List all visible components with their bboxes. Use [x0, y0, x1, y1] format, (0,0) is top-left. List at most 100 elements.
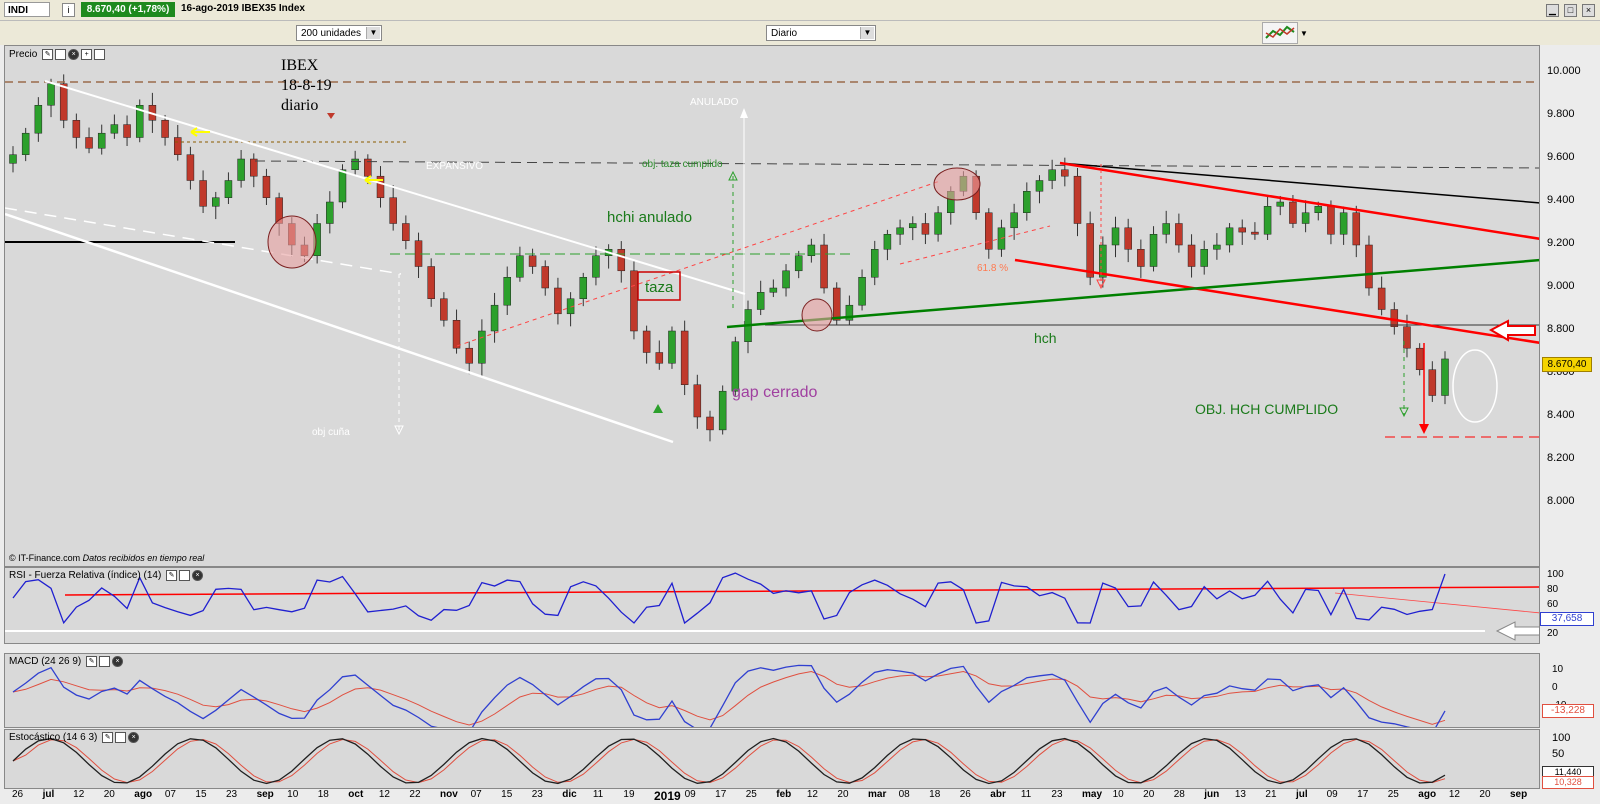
- x-tick-label: 28: [1173, 789, 1185, 800]
- macd-chart: [12, 664, 1446, 727]
- green-marker-icon: [653, 404, 663, 413]
- candle: [769, 287, 778, 293]
- candle: [630, 270, 638, 332]
- x-tick-label: may: [1082, 789, 1103, 800]
- highlight-ellipse-white: [1452, 349, 1498, 423]
- close-icon[interactable]: ×: [1582, 4, 1595, 17]
- hch-label: hch: [1034, 330, 1057, 346]
- chart-type-dropdown-icon[interactable]: ▼: [1300, 29, 1308, 38]
- candle: [351, 158, 359, 170]
- add-icon[interactable]: +: [81, 49, 93, 60]
- expansivo-label: EXPANSIVO: [426, 161, 484, 172]
- highlight-ellipse: [267, 215, 317, 269]
- candle: [186, 154, 195, 181]
- x-tick-label: 20: [837, 789, 849, 800]
- candle: [1276, 201, 1285, 207]
- info-icon[interactable]: i: [62, 3, 75, 17]
- chart-type-icon[interactable]: [1262, 22, 1298, 44]
- x-tick-label: 15: [195, 789, 207, 800]
- candle: [1289, 201, 1297, 224]
- candle: [1238, 227, 1246, 233]
- x-tick-label: 10: [287, 789, 299, 800]
- maximize-icon[interactable]: [179, 570, 191, 581]
- candle: [832, 287, 841, 321]
- candle: [528, 255, 537, 267]
- candle: [1010, 212, 1018, 229]
- candle: [1111, 227, 1120, 246]
- close-icon[interactable]: ×: [112, 656, 124, 667]
- stoch-d-line: [12, 738, 1446, 784]
- candle: [440, 298, 448, 321]
- period-select[interactable]: Diario ▼: [766, 25, 876, 41]
- maximize-icon[interactable]: [115, 732, 127, 743]
- candle: [1263, 206, 1272, 235]
- candle: [47, 83, 55, 106]
- y-tick-label: 10.000: [1547, 65, 1581, 77]
- maximize-icon[interactable]: [99, 656, 111, 667]
- minimize-icon[interactable]: ▁: [1546, 4, 1559, 17]
- window-title: 16-ago-2019 IBEX35 Index: [181, 3, 305, 14]
- candle: [883, 234, 892, 250]
- candle: [870, 249, 879, 278]
- x-tick-label: 17: [1357, 789, 1369, 800]
- green-trendline: [726, 258, 1539, 329]
- candle: [199, 180, 207, 207]
- copy-icon[interactable]: [94, 49, 106, 60]
- red-channel-upper: [1059, 161, 1539, 240]
- close-icon[interactable]: ×: [68, 49, 80, 60]
- price-change-badge: 8.670,40 (+1,78%): [81, 2, 175, 17]
- wedge-upper-line: [44, 80, 746, 295]
- units-select[interactable]: 200 unidades ▼: [296, 25, 382, 41]
- candle: [756, 292, 765, 310]
- candle: [1339, 212, 1348, 235]
- candle: [655, 352, 664, 364]
- wrench-icon[interactable]: ✎: [166, 570, 178, 581]
- rsi-value-badge: 37,658: [1540, 612, 1594, 626]
- taza-label: taza: [645, 279, 674, 296]
- candle: [161, 120, 169, 138]
- maximize-icon[interactable]: [55, 49, 67, 60]
- x-tick-label: abr: [990, 789, 1006, 800]
- wrench-icon[interactable]: ✎: [86, 656, 98, 667]
- candle: [1162, 223, 1170, 235]
- candle: [1352, 212, 1361, 246]
- candle: [921, 223, 930, 235]
- x-tick-label: nov: [440, 789, 458, 800]
- arrow-up-icon: [740, 108, 748, 118]
- macd-panel: MACD (24 26 9) ✎ ×: [4, 653, 1540, 728]
- candle: [985, 212, 993, 250]
- candle: [85, 137, 93, 149]
- candle: [21, 132, 30, 155]
- candle: [237, 158, 245, 181]
- candle: [680, 330, 689, 385]
- candle: [1301, 212, 1310, 224]
- y-tick-label: 8.000: [1547, 495, 1575, 507]
- rsi-chart: [5, 572, 1539, 641]
- candle: [262, 175, 271, 198]
- x-tick-label: 10: [1112, 789, 1124, 800]
- candle: [1048, 169, 1056, 181]
- x-tick-label: 12: [378, 789, 390, 800]
- y-tick-label: 9.200: [1547, 237, 1575, 249]
- x-tick-label: jun: [1204, 789, 1220, 800]
- candle: [1390, 309, 1399, 327]
- wrench-icon[interactable]: ✎: [102, 732, 114, 743]
- close-icon[interactable]: ×: [192, 570, 204, 581]
- x-tick-label: sep: [256, 789, 274, 800]
- candle: [1061, 169, 1069, 177]
- symbol-selector[interactable]: INDI: [4, 2, 50, 17]
- candle: [110, 124, 119, 134]
- candle: [1200, 249, 1208, 267]
- candle: [516, 255, 524, 278]
- candle: [820, 244, 828, 289]
- maximize-icon[interactable]: □: [1564, 4, 1577, 17]
- wrench-icon[interactable]: ✎: [42, 49, 54, 60]
- x-tick-label: oct: [348, 789, 364, 800]
- close-icon[interactable]: ×: [128, 732, 140, 743]
- x-tick-label: 26: [959, 789, 971, 800]
- candle: [1251, 231, 1259, 235]
- candle: [541, 266, 549, 289]
- x-tick-label: sep: [1510, 789, 1528, 800]
- red-channel-lower: [1014, 258, 1539, 344]
- x-tick-label: 23: [1051, 789, 1063, 800]
